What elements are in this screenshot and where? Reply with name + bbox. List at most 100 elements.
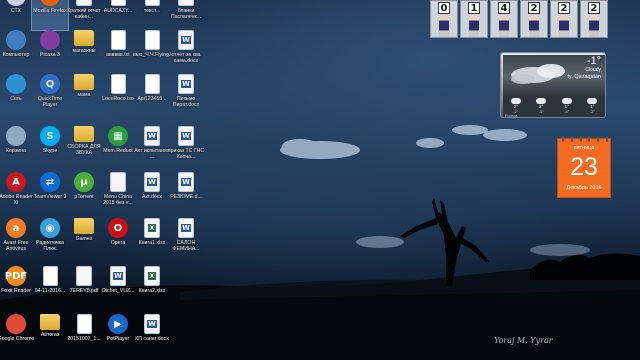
quicktime-icon: Q [40,74,60,94]
desktop-shortcut-label: PotPlayer [106,336,130,342]
desktop-shortcut-label: Сеть [10,96,22,102]
desktop-shortcut[interactable]: приказ ТС ГНС Капча... [168,124,204,170]
desktop-shortcut[interactable]: Акт.docx [134,170,170,216]
desktop-shortcut[interactable]: Акт испытания ... [134,124,170,170]
desktop-shortcut[interactable]: Краткий отчет кабин... [66,0,102,30]
desktop-shortcut[interactable]: AUDCAZY... [100,0,136,30]
desktop-shortcut[interactable]: САЛОН ФЕМИНА... [168,216,204,262]
desktop-shortcut-label: текст... [143,8,161,14]
desktop-shortcut[interactable]: Q QuickTime Player [32,72,68,118]
desktop-shortcut-label: Opera [110,240,126,246]
desktop-shortcut[interactable]: LocoRoco.iso [100,72,136,118]
desktop-shortcut[interactable]: Menu China 2015 без н... [100,170,136,216]
tile: 2 [520,0,548,38]
desktop-shortcut[interactable]: ▶ PotPlayer [100,312,136,358]
desktop-shortcut-label: Краткий отчет кабин... [67,8,101,20]
radio-icon: ◉ [40,218,60,238]
desktop-shortcut-label: вввввв.txt [106,52,130,58]
desktop-shortcut-label: Api123456... [137,96,167,102]
desktop-shortcut[interactable]: 7EREV8.pdf [66,264,102,310]
desktop-shortcut[interactable]: Games [66,216,102,262]
desktop-shortcut-label: Книга2.xlsx [138,288,166,294]
desktop-shortcut[interactable]: ◉ Радиоточка Плюс [32,216,68,262]
desktop-shortcut-label: Компьютер [2,52,30,58]
word-doc-icon [178,74,194,94]
forecast-low: -4° [564,109,570,114]
desktop-shortcut-label: LocoRoco.iso [102,96,134,102]
desktop-shortcut-label: Автогаз [40,332,60,338]
tile-digit: 2 [528,2,540,14]
desktop-shortcut[interactable]: Книга2.xlsx [134,264,170,310]
desktop-shortcut[interactable]: Picasa 3 [32,28,68,74]
calendar-month-year: Декабрь 2016 [566,185,602,191]
report-icon [76,0,92,6]
weather-provider[interactable]: Foreca [505,113,517,117]
desktop-shortcut[interactable]: Корзина [0,124,34,170]
desktop-shortcut-label: 04-11-2016... [34,288,66,294]
figure-icon [499,15,509,37]
desktop-shortcut[interactable]: 04-11-2016... [32,264,68,310]
calendar-gadget[interactable]: пятница 23 Декабрь 2016 [557,136,611,198]
figure-icon [439,15,449,37]
desktop-shortcut-label: Skype [42,148,58,154]
desktop-shortcut-label: бланки Паспаленк... [170,8,202,20]
forecast-low: -2° [589,109,595,114]
number-tiles-gadget[interactable]: 0 1 4 2 2 2 [430,0,608,40]
desktop-shortcut[interactable]: Автогаз [32,312,68,358]
tile-digit: 2 [588,2,600,14]
desktop-shortcut[interactable]: СБОРКА ДЛЯ ЗВУКА [66,124,102,170]
desktop-shortcut[interactable]: СТХ [0,0,34,30]
desktop-shortcut[interactable]: бланки Паспаленк... [168,0,204,30]
desktop-shortcut[interactable]: Компьютер [0,28,34,74]
desktop-shortcut[interactable]: µ µTorrent [66,170,102,216]
desktop-shortcut-label: Акт испытания ... [134,148,170,160]
desktop-shortcut[interactable]: Google Chrome [0,312,34,358]
desktop-shortcut[interactable]: мама [66,72,102,118]
desktop-shortcut-label: 7EREV8.pdf [69,288,99,294]
desktop-shortcut[interactable]: a Avast Free Antivirus [0,216,34,262]
desktop-shortcut-label: приказ ТС ГНС Капча... [167,148,205,160]
desktop-shortcut[interactable]: S Skype [32,124,68,170]
desktop-shortcut[interactable]: вью_Ч.Ч.Flying.txt [133,28,171,74]
desktop-shortcut[interactable]: РЕЗЮМЕ.d... [168,170,204,216]
image-file-icon [144,74,160,94]
desktop-shortcut[interactable]: O Opera [100,216,136,262]
desktop-shortcut[interactable]: 20151007_1... [66,312,102,358]
desktop-shortcut-label: QuickTime Player [37,96,63,108]
utorrent-icon: µ [74,172,94,192]
desktop-shortcut-label: Google Chrome [0,336,35,342]
text-file-icon [110,30,126,50]
avast-icon: a [6,218,26,238]
desktop-shortcut[interactable]: ⇄ TeamViewer 9 [32,170,68,216]
desktop-shortcut-label: Корзина [6,148,26,154]
desktop-shortcut[interactable]: A Adobe Reader XI [0,170,34,216]
desktop-shortcut[interactable]: Api123456... [134,72,170,118]
text-file-icon [144,30,160,50]
desktop-shortcut[interactable]: PDF Foxit Reader [0,264,34,310]
desktop-shortcut[interactable]: Otchet_VUZ... [100,264,136,310]
desktop-shortcut[interactable]: вввввв.txt [100,28,136,74]
desktop-shortcut-label: TeamViewer 9 [33,194,67,200]
desktop-shortcut-label: Avast Free Antivirus [3,240,29,252]
weather-gadget[interactable]: -1° Cloudy ty, Qazaqstan 2° -2° 2° -3° 1° -… [500,52,606,118]
desktop-shortcut-label: Книга1.xlsx [138,240,166,246]
desktop-shortcut[interactable]: Сеть [0,72,34,118]
desktop-shortcut[interactable]: Книга1.xlsx [134,216,170,262]
desktop-shortcut[interactable]: ▦ Mem Reduct [100,124,136,170]
desktop-shortcut-label: Adobe Reader XI [0,194,33,206]
tile-digit: 2 [558,2,570,14]
desktop-shortcut[interactable]: текст... [134,0,170,30]
excel-file-icon [144,218,160,238]
desktop-shortcut-label: РЕЗЮМЕ.d... [170,194,202,200]
desktop-shortcut[interactable]: отчёт за ква сама.docx [168,28,204,74]
tile: 2 [580,0,608,38]
desktop-shortcut[interactable]: Письмо Пират.docx [168,72,204,118]
desktop-shortcut[interactable]: КП санат.docx [134,312,170,358]
tile: 0 [430,0,458,38]
desktop-shortcut-label: магазины [72,48,96,54]
desktop-shortcut[interactable]: магазины [66,28,102,74]
forecast-day: 1° -4° [554,97,580,117]
desktop-shortcut-label: мама [77,92,91,98]
desktop-shortcut[interactable]: Mozilla Firefox [31,0,69,31]
word-doc-icon [178,126,194,146]
